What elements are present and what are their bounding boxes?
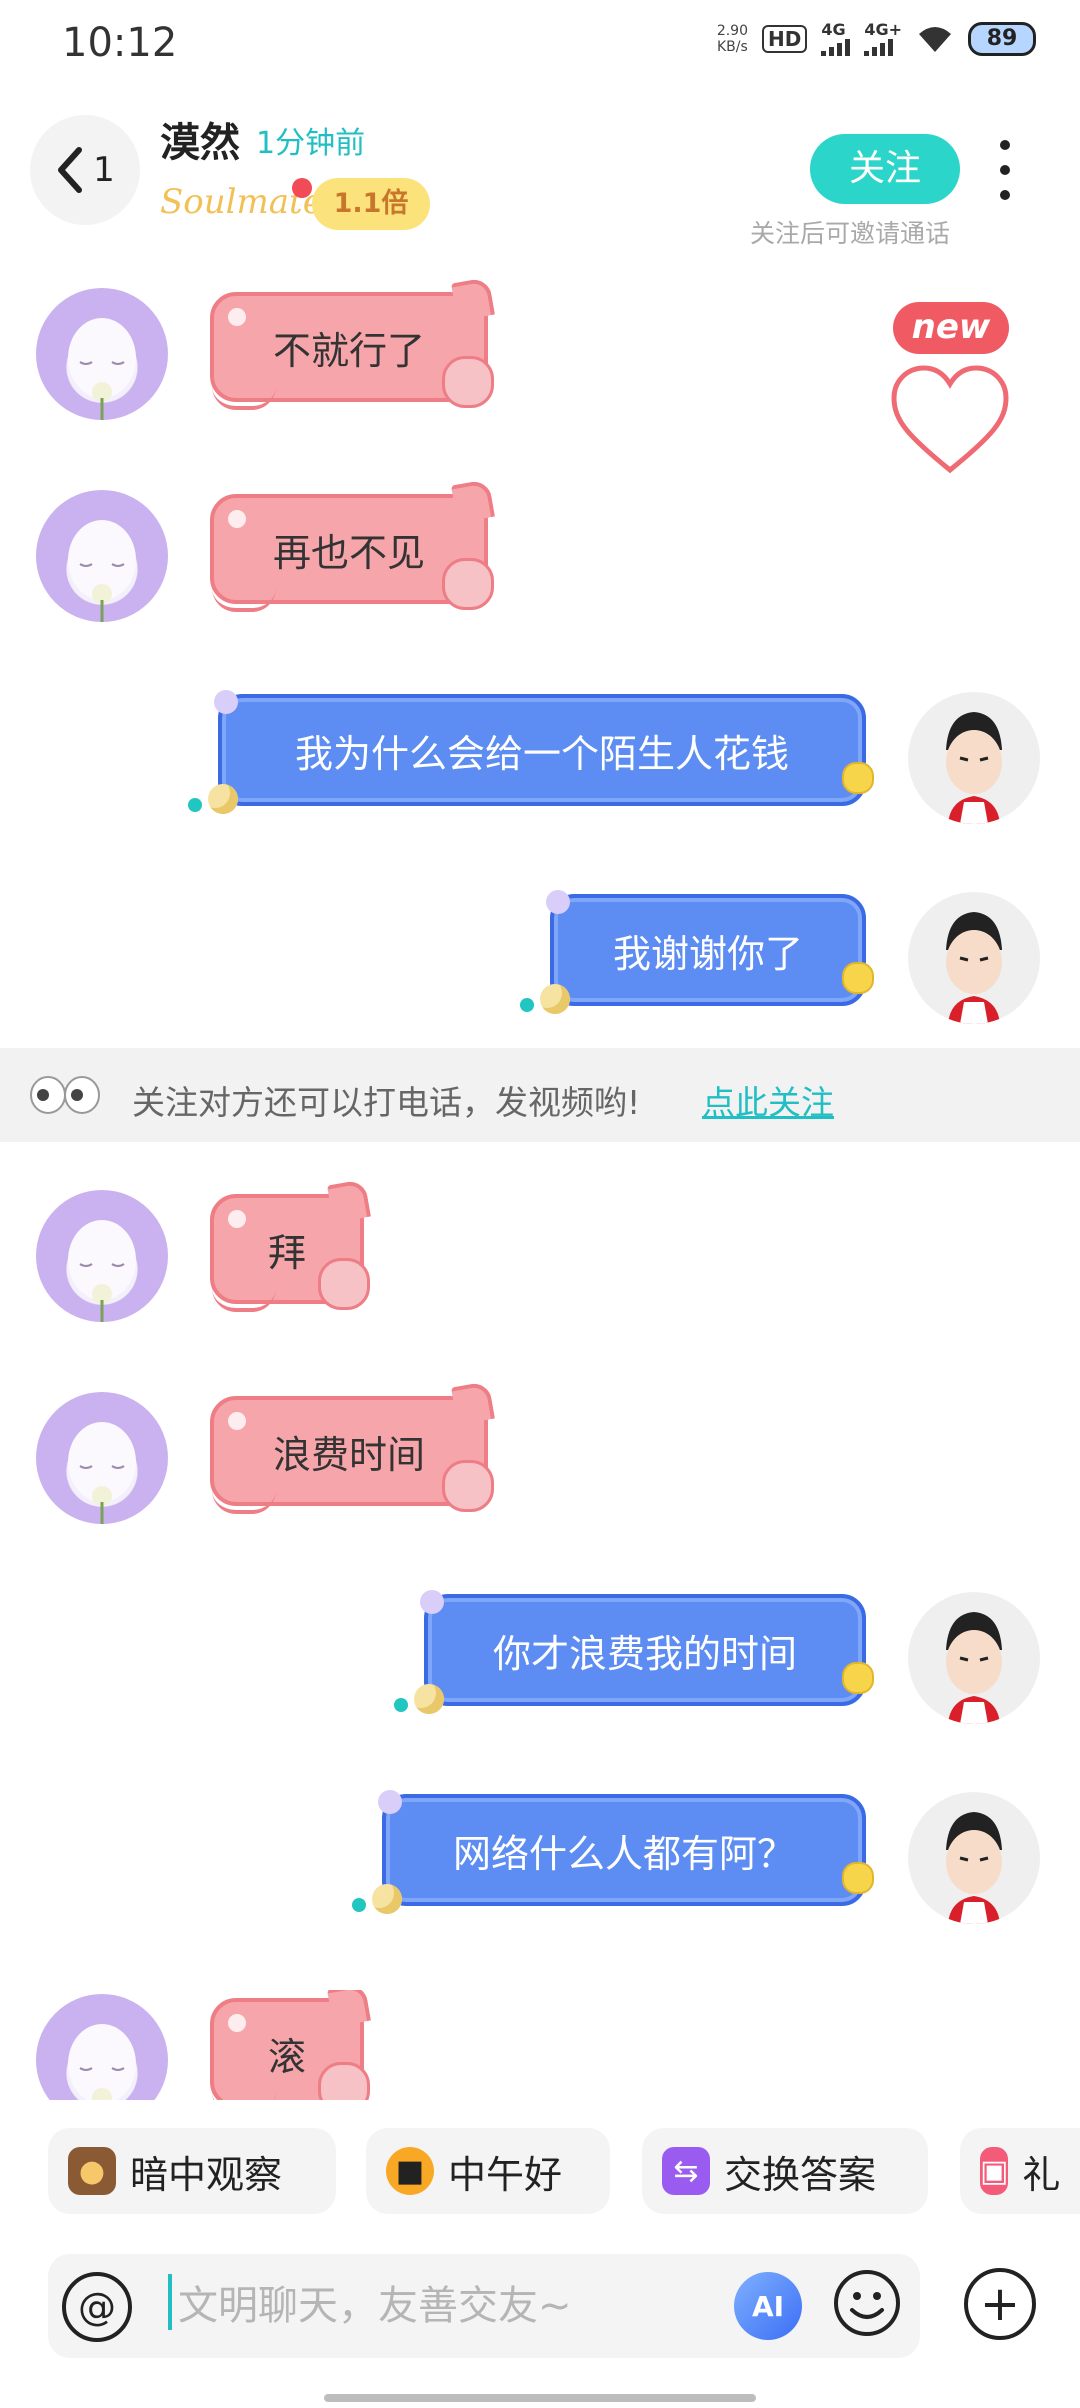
peeking-dog-icon: ● (68, 2147, 116, 2195)
multiplier-badge[interactable]: 1.1倍 (312, 178, 430, 230)
heart-icon[interactable] (888, 362, 1012, 480)
quick-reply-chip[interactable]: ■ 中午好 (366, 2128, 610, 2214)
signal-4g-icon: 4G (821, 22, 851, 56)
message-bubble-outgoing[interactable]: 我为什么会给一个陌生人花钱 (188, 690, 874, 814)
quick-reply-chip[interactable]: ▣ 礼 (960, 2128, 1080, 2214)
mention-icon[interactable]: @ (62, 2272, 132, 2342)
paw-icon (442, 356, 494, 408)
network-speed: 2.90 KB/s (716, 23, 748, 55)
message-bubble-incoming[interactable]: 滚 (210, 1990, 372, 2108)
new-badge[interactable]: new (893, 302, 1009, 354)
message-bubble-incoming[interactable]: 不就行了 (210, 276, 496, 410)
wifi-icon (919, 27, 951, 52)
contact-avatar[interactable] (36, 288, 168, 420)
message-bubble-incoming[interactable]: 再也不见 (210, 478, 496, 612)
eyes-icon (30, 1076, 100, 1114)
signal-4g-plus-icon: 4G+ (864, 22, 902, 56)
plus-icon[interactable]: + (964, 2268, 1036, 2340)
ai-assistant-icon[interactable]: AI (734, 2272, 802, 2340)
follow-tip-text: 关注对方还可以打电话，发视频哟! (132, 1083, 641, 1122)
message-clip-area: 滚 (0, 1990, 1080, 2108)
message-input[interactable] (176, 2270, 710, 2342)
follow-button[interactable]: 关注 (810, 134, 960, 204)
online-status: 1分钟前 (256, 126, 366, 161)
status-icons: 2.90 KB/s HD 4G 4G+ 89 (717, 22, 1036, 56)
paw-icon (442, 558, 494, 610)
status-time: 10:12 (62, 20, 178, 66)
quick-reply-chip[interactable]: ● 暗中观察 (48, 2128, 336, 2214)
emoji-icon[interactable] (832, 2268, 902, 2338)
contact-avatar[interactable] (36, 490, 168, 622)
back-button[interactable]: 1 (30, 115, 140, 225)
quick-reply-chip[interactable]: ⇆ 交换答案 (642, 2128, 928, 2214)
more-options-icon[interactable] (995, 140, 1015, 200)
hd-icon: HD (761, 25, 808, 53)
message-bubble-outgoing[interactable]: 网络什么人都有阿？ (352, 1790, 874, 1914)
my-avatar[interactable] (908, 892, 1040, 1024)
message-bubble-incoming[interactable]: 浪费时间 (210, 1380, 496, 1514)
contact-name[interactable]: 漠然 (160, 110, 240, 168)
my-avatar[interactable] (908, 1792, 1040, 1924)
follow-tip-link[interactable]: 点此关注 (702, 1076, 834, 1124)
notification-dot (292, 178, 312, 198)
my-avatar[interactable] (908, 1592, 1040, 1724)
swap-icon: ⇆ (662, 2147, 710, 2195)
text-cursor (168, 2274, 172, 2330)
paw-icon (442, 1460, 494, 1512)
home-indicator[interactable] (324, 2394, 756, 2402)
message-bubble-outgoing[interactable]: 你才浪费我的时间 (394, 1590, 874, 1714)
unread-count: 1 (93, 150, 115, 190)
chevron-left-icon (58, 147, 83, 193)
follow-hint: 关注后可邀请通话 (750, 219, 951, 248)
message-bubble-incoming[interactable]: 拜 (210, 1178, 372, 1312)
battery-icon: 89 (968, 22, 1036, 56)
message-bubble-outgoing[interactable]: 我谢谢你了 (520, 890, 874, 1014)
sun-sunglasses-icon: ■ (386, 2147, 434, 2195)
contact-avatar[interactable] (36, 1190, 168, 1322)
my-avatar[interactable] (908, 692, 1040, 824)
contact-avatar[interactable] (36, 1392, 168, 1524)
contact-avatar[interactable] (36, 1994, 168, 2108)
gift-icon: ▣ (980, 2147, 1009, 2195)
paw-icon (318, 1258, 370, 1310)
